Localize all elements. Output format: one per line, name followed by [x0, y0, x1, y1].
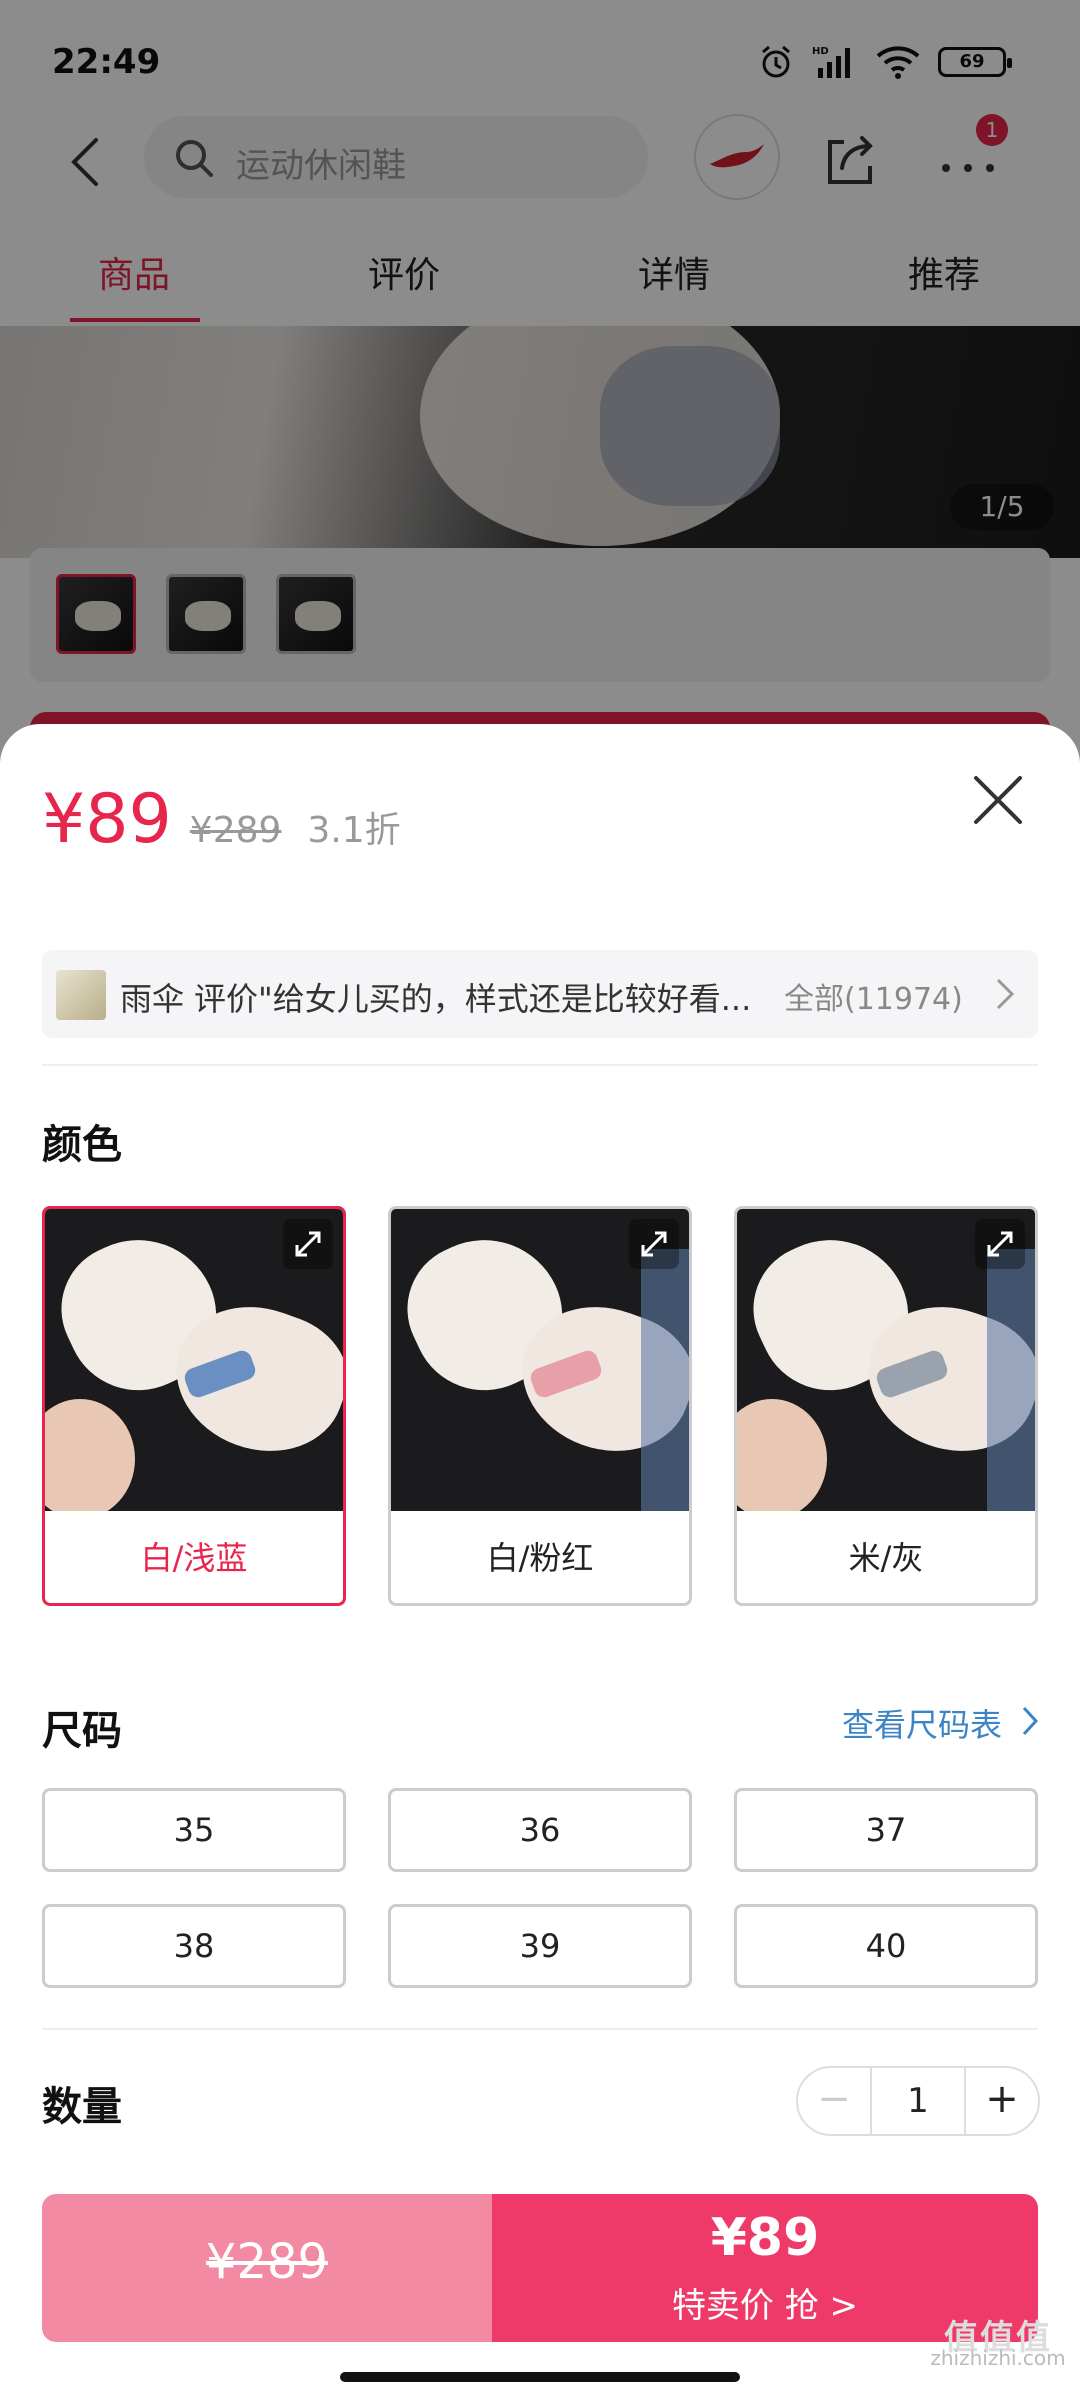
chevron-right-icon	[996, 978, 1015, 1010]
expand-icon[interactable]	[629, 1219, 679, 1269]
sale-price-label: ¥89	[710, 2208, 820, 2268]
size-option-36[interactable]: 36	[388, 1788, 692, 1872]
price-row: ¥89 ¥289 3.1折	[42, 780, 401, 870]
current-price: ¥89	[42, 780, 172, 859]
expand-icon[interactable]	[283, 1219, 333, 1269]
color-option-white-pink[interactable]: 白/粉红	[388, 1206, 692, 1606]
review-snippet: 评价"给女儿买的，样式还是比较好看...	[194, 980, 752, 1018]
size-option-40[interactable]: 40	[734, 1904, 1038, 1988]
color-option-beige-gray[interactable]: 米/灰	[734, 1206, 1038, 1606]
divider	[42, 1064, 1038, 1066]
quantity-increase-button[interactable]: +	[966, 2068, 1038, 2134]
discount-label: 3.1折	[307, 810, 401, 851]
size-chart-link[interactable]: 查看尺码表	[842, 1700, 1002, 1746]
color-section-title: 颜色	[42, 1122, 122, 1168]
size-option-38[interactable]: 38	[42, 1904, 346, 1988]
close-icon[interactable]	[970, 772, 1026, 828]
review-all-link[interactable]: 全部(11974)	[784, 974, 963, 1018]
color-option-image	[391, 1209, 689, 1511]
color-option-white-lightblue[interactable]: 白/浅蓝	[42, 1206, 346, 1606]
review-username: 雨伞	[120, 980, 185, 1018]
review-thumbnail	[56, 970, 106, 1020]
home-indicator[interactable]	[340, 2372, 740, 2382]
color-option-image	[45, 1209, 343, 1511]
size-option-37[interactable]: 37	[734, 1788, 1038, 1872]
purchase-bar: ¥289 ¥89 特卖价 抢 >	[42, 2194, 1038, 2342]
color-option-label: 米/灰	[848, 1539, 924, 1577]
size-option-39[interactable]: 39	[388, 1904, 692, 1988]
original-price-button[interactable]: ¥289	[42, 2194, 492, 2342]
color-option-image	[737, 1209, 1035, 1511]
color-option-label: 白/粉红	[486, 1539, 594, 1577]
color-option-label: 白/浅蓝	[140, 1539, 248, 1577]
quantity-value[interactable]: 1	[870, 2068, 966, 2134]
divider	[42, 2028, 1038, 2030]
original-price-label: ¥289	[205, 2234, 329, 2290]
quantity-stepper: − 1 +	[796, 2066, 1040, 2136]
quantity-decrease-button[interactable]: −	[798, 2068, 870, 2134]
quantity-section-title: 数量	[42, 2084, 122, 2130]
original-price: ¥289	[189, 810, 282, 851]
review-preview[interactable]: 雨伞 评价"给女儿买的，样式还是比较好看... 全部(11974)	[42, 950, 1038, 1038]
size-option-35[interactable]: 35	[42, 1788, 346, 1872]
expand-icon[interactable]	[975, 1219, 1025, 1269]
size-section-title: 尺码	[42, 1708, 122, 1754]
sku-selection-sheet: ¥89 ¥289 3.1折 雨伞 评价"给女儿买的，样式还是比较好看... 全部…	[0, 724, 1080, 2400]
chevron-right-icon	[1022, 1706, 1039, 1736]
watermark-text: zhizhizhi.com	[930, 2346, 1066, 2370]
